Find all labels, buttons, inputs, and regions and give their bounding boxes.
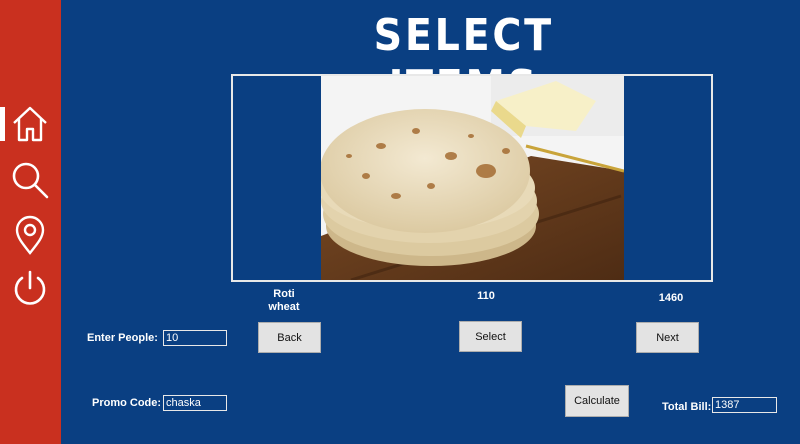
promo-input[interactable] bbox=[163, 395, 227, 411]
item-count: 1460 bbox=[658, 292, 684, 304]
total-label: Total Bill: bbox=[662, 401, 712, 413]
page-title: SELECT ITEMS bbox=[373, 10, 554, 112]
home-icon[interactable] bbox=[10, 104, 50, 144]
people-label: Enter People: bbox=[87, 332, 158, 344]
back-button[interactable]: Back bbox=[258, 322, 321, 353]
power-icon[interactable] bbox=[10, 268, 50, 308]
item-name: Roti wheat bbox=[268, 288, 300, 313]
calculate-button[interactable]: Calculate bbox=[565, 385, 629, 417]
people-input[interactable] bbox=[163, 330, 227, 346]
roti-photo bbox=[321, 76, 624, 280]
promo-label: Promo Code: bbox=[92, 397, 162, 409]
select-button[interactable]: Select bbox=[459, 321, 522, 352]
active-indicator bbox=[0, 107, 5, 141]
item-price: 110 bbox=[477, 290, 495, 302]
item-image-frame bbox=[231, 74, 713, 282]
next-button[interactable]: Next bbox=[636, 322, 699, 353]
location-pin-icon[interactable] bbox=[10, 215, 50, 255]
total-input[interactable] bbox=[712, 397, 777, 413]
sidebar bbox=[0, 0, 61, 444]
search-icon[interactable] bbox=[10, 160, 50, 200]
